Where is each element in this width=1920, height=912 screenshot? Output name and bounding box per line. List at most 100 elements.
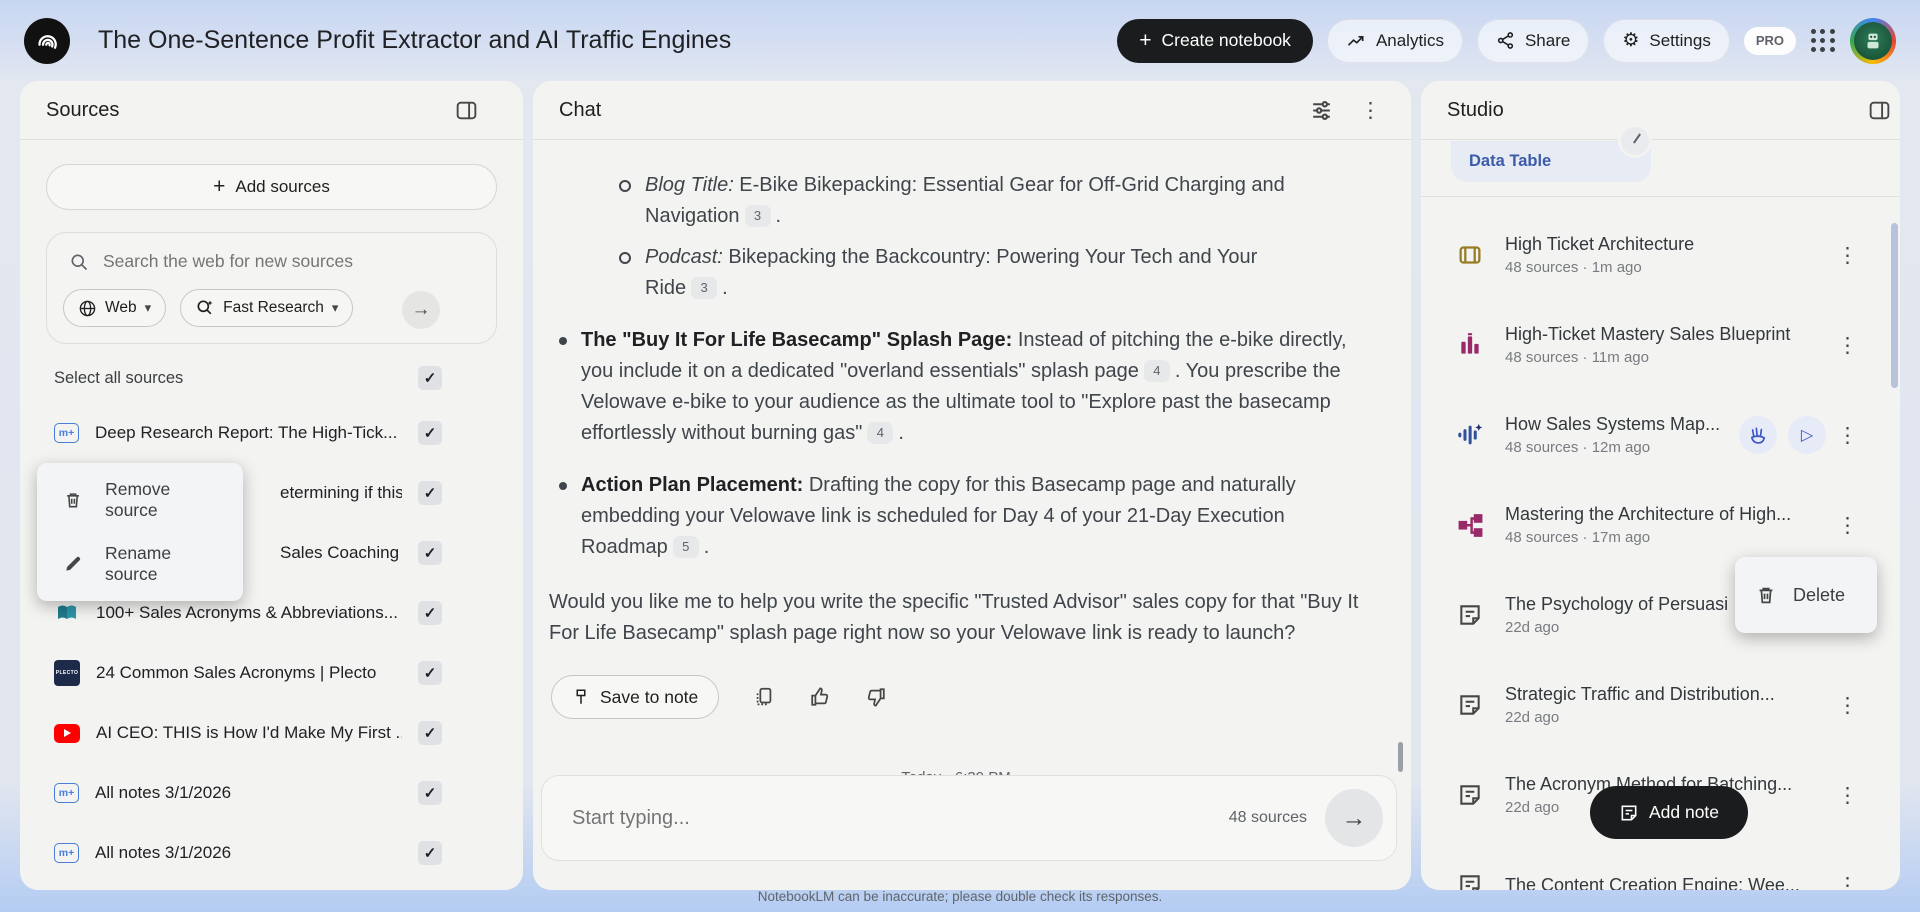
- source-checkbox[interactable]: [418, 721, 442, 745]
- studio-item-menu-icon[interactable]: [1837, 785, 1858, 806]
- bar-chart-icon: [1455, 332, 1485, 358]
- add-note-button[interactable]: Add note: [1590, 786, 1748, 839]
- studio-item-menu-icon[interactable]: [1837, 425, 1858, 446]
- studio-item-menu-icon[interactable]: [1837, 695, 1858, 716]
- tune-icon[interactable]: [1309, 98, 1334, 123]
- studio-item[interactable]: High Ticket Architecture 48 sources · 1m…: [1421, 210, 1900, 300]
- note-source-icon: m+: [54, 423, 79, 443]
- audio-overview-icon: [1455, 421, 1485, 449]
- sources-count: 48 sources: [1228, 809, 1307, 826]
- chat-panel-title: Chat: [559, 98, 602, 121]
- select-all-checkbox[interactable]: [418, 366, 442, 390]
- chat-bullet: Action Plan Placement: Drafting the copy…: [541, 470, 1353, 563]
- share-icon: [1497, 32, 1514, 49]
- apps-grid-icon[interactable]: [1810, 28, 1836, 54]
- chat-panel: Chat Blog Title: E-Bike Bikepacking: Ess…: [533, 81, 1411, 890]
- thumbs-down-icon[interactable]: [865, 686, 887, 708]
- add-sources-button[interactable]: Add sources: [46, 164, 497, 210]
- source-row[interactable]: m+ All notes 3/1/2026: [20, 763, 523, 823]
- source-checkbox[interactable]: [418, 421, 442, 445]
- studio-item-menu-icon[interactable]: [1837, 875, 1858, 891]
- chevron-down-icon: [145, 299, 152, 317]
- play-button[interactable]: [1788, 416, 1826, 454]
- chat-input-bar: 48 sources: [541, 775, 1397, 861]
- remove-source-menu-item[interactable]: Remove source: [37, 468, 243, 532]
- book-favicon: [54, 601, 80, 625]
- chat-response: Blog Title: E-Bike Bikepacking: Essentia…: [533, 140, 1411, 786]
- citation-chip[interactable]: 4: [867, 422, 894, 444]
- edit-data-table-button[interactable]: [1618, 124, 1652, 158]
- trending-up-icon: [1347, 35, 1364, 46]
- chat-sub-bullet: Blog Title: E-Bike Bikepacking: Essentia…: [541, 170, 1303, 232]
- source-checkbox[interactable]: [418, 481, 442, 505]
- studio-item-menu-icon[interactable]: [1837, 335, 1858, 356]
- plus-icon: [1139, 30, 1151, 52]
- trash-icon: [1759, 587, 1773, 604]
- search-icon: [71, 254, 88, 270]
- globe-icon: [79, 300, 96, 316]
- source-row[interactable]: m+ Deep Research Report: The High-Tick..…: [20, 403, 523, 463]
- studio-item[interactable]: The Content Creation Engine: Wee...: [1421, 840, 1900, 890]
- play-icon: [1801, 425, 1813, 445]
- studio-panel-title: Studio: [1447, 98, 1504, 121]
- source-row[interactable]: PLECTO 24 Common Sales Acronyms | Plecto: [20, 643, 523, 703]
- copy-icon[interactable]: [753, 686, 775, 708]
- avatar[interactable]: [1850, 17, 1896, 64]
- source-checkbox[interactable]: [418, 601, 442, 625]
- source-row[interactable]: AI CEO: THIS is How I'd Make My First ..…: [20, 703, 523, 763]
- mindmap-icon: [1455, 512, 1485, 539]
- analytics-button[interactable]: Analytics: [1326, 18, 1463, 63]
- citation-chip[interactable]: 3: [744, 205, 771, 227]
- studio-item-menu-icon[interactable]: [1837, 515, 1858, 536]
- create-notebook-button[interactable]: Create notebook: [1117, 18, 1313, 63]
- pin-icon: [576, 689, 586, 704]
- notebook-title: The One-Sentence Profit Extractor and AI…: [98, 26, 732, 54]
- research-mode-dropdown[interactable]: Fast Research: [180, 289, 354, 327]
- gear-icon: [1622, 31, 1639, 51]
- submit-search-button[interactable]: [402, 291, 440, 329]
- studio-item[interactable]: Strategic Traffic and Distribution... 22…: [1421, 660, 1900, 750]
- plus-icon: [213, 176, 225, 198]
- studio-scrollbar[interactable]: [1891, 223, 1898, 388]
- studio-item[interactable]: How Sales Systems Map... 48 sources · 12…: [1421, 390, 1900, 480]
- settings-button[interactable]: Settings: [1603, 18, 1730, 63]
- trash-icon: [67, 493, 79, 508]
- web-source-dropdown[interactable]: Web: [63, 289, 167, 327]
- delete-menu-item[interactable]: Delete: [1793, 585, 1845, 606]
- source-checkbox[interactable]: [418, 781, 442, 805]
- chat-scrollbar[interactable]: [1398, 742, 1403, 772]
- studio-item-menu-icon[interactable]: [1837, 245, 1858, 266]
- citation-chip[interactable]: 3: [691, 277, 718, 299]
- search-input[interactable]: [103, 251, 433, 272]
- note-doc-icon: [1455, 692, 1485, 718]
- save-to-note-button[interactable]: Save to note: [551, 675, 720, 719]
- youtube-icon: [54, 723, 80, 743]
- share-button[interactable]: Share: [1476, 18, 1590, 63]
- collapse-panel-icon[interactable]: [454, 98, 479, 123]
- note-doc-icon: [1455, 872, 1485, 890]
- notebooklm-logo[interactable]: [24, 17, 70, 64]
- source-row[interactable]: m+ All notes 3/1/2026: [20, 823, 523, 883]
- select-all-label: Select all sources: [54, 368, 184, 387]
- source-checkbox[interactable]: [418, 661, 442, 685]
- chat-input[interactable]: [572, 806, 1229, 830]
- expand-panel-icon[interactable]: [1867, 98, 1892, 123]
- chat-more-menu-icon[interactable]: [1360, 100, 1381, 121]
- source-checkbox[interactable]: [418, 841, 442, 865]
- rename-source-menu-item[interactable]: Rename source: [37, 532, 243, 596]
- send-button[interactable]: [1325, 789, 1383, 847]
- interactive-mode-button[interactable]: [1739, 416, 1777, 454]
- studio-context-menu[interactable]: Delete: [1735, 557, 1877, 633]
- citation-chip[interactable]: 5: [672, 536, 699, 558]
- source-context-menu: Remove source Rename source: [37, 463, 243, 601]
- studio-item[interactable]: High-Ticket Mastery Sales Blueprint 48 s…: [1421, 300, 1900, 390]
- web-search-card: Web Fast Research: [46, 232, 497, 344]
- citation-chip[interactable]: 4: [1143, 360, 1170, 382]
- note-doc-icon: [1455, 782, 1485, 808]
- thumbs-up-icon[interactable]: [809, 686, 831, 708]
- studio-panel: Studio Data Table High Ticket Architectu…: [1421, 81, 1900, 890]
- note-source-icon: m+: [54, 783, 79, 803]
- chat-sub-bullet: Podcast: Bikepacking the Backcountry: Po…: [541, 242, 1303, 304]
- chevron-down-icon: [332, 299, 339, 317]
- source-checkbox[interactable]: [418, 541, 442, 565]
